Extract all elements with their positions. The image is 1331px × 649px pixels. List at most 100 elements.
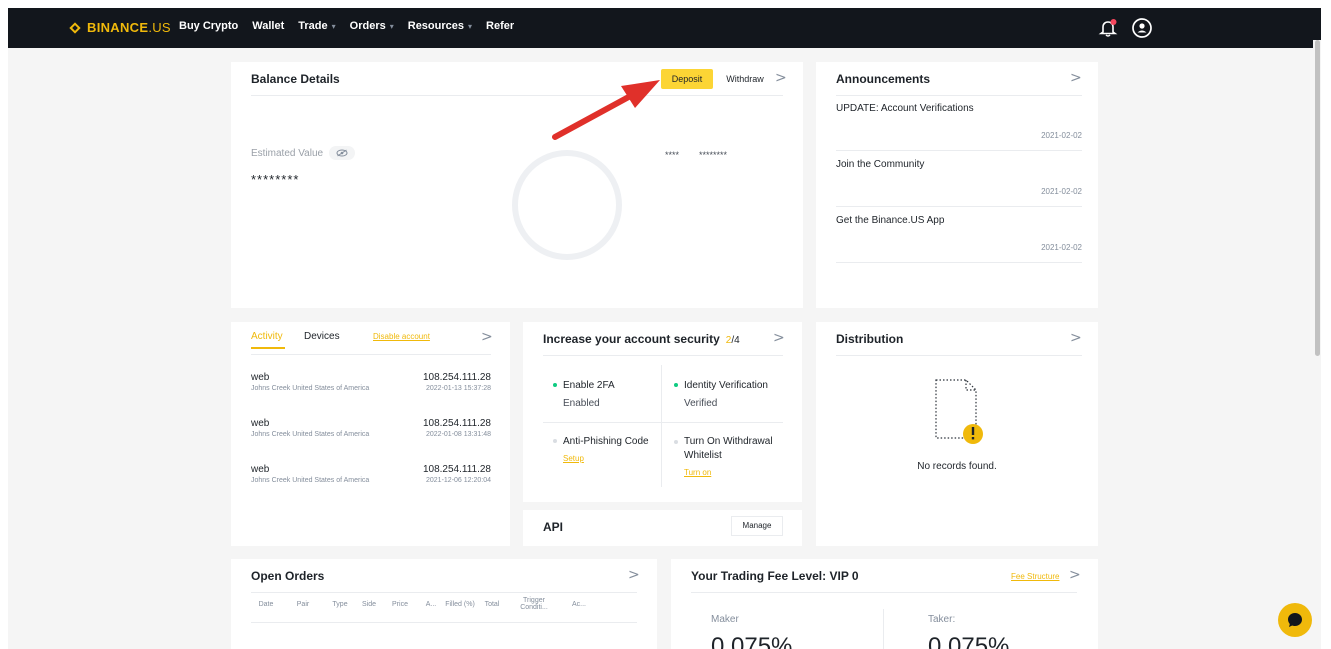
disable-account-link[interactable]: Disable account (373, 332, 430, 341)
manage-api-button[interactable]: Manage (731, 516, 783, 536)
security-item-label: Anti-Phishing Code (563, 436, 649, 447)
logo-suffix: .US (148, 20, 171, 35)
security-item-identity[interactable]: Identity Verification Verified (674, 379, 794, 411)
chevron-right-icon[interactable]: > (1069, 567, 1081, 583)
divider (836, 150, 1082, 151)
bell-icon[interactable] (1097, 17, 1119, 39)
distribution-card: Distribution > No records found. (816, 322, 1098, 546)
divider (836, 355, 1082, 356)
activity-location: Johns Creek United States of America (251, 431, 370, 438)
chevron-down-icon: ▾ (468, 21, 473, 31)
setup-link[interactable]: Setup (563, 452, 663, 466)
taker-label: Taker: (928, 614, 956, 625)
balance-title: Balance Details (251, 72, 340, 86)
nav-item-wallet[interactable]: Wallet (252, 20, 284, 32)
activity-ip: 108.254.111.28 (422, 464, 491, 475)
column-header: Trigger Conditi... (520, 597, 548, 611)
announcements-card: Announcements > UPDATE: Account Verifica… (816, 62, 1098, 308)
security-item-label: Identity Verification (684, 380, 768, 391)
divider (883, 609, 884, 649)
security-title: Increase your account security 2/4 (543, 332, 740, 346)
activity-row-bottom: Johns Creek United States of America 2022… (251, 385, 491, 392)
nav-item-refer[interactable]: Refer (486, 20, 514, 32)
divider (661, 365, 662, 487)
announcement-item[interactable]: Get the Binance.US App 2021-02-02 (836, 215, 1082, 252)
chevron-down-icon: ▾ (331, 21, 336, 31)
chevron-right-icon[interactable]: > (1070, 70, 1082, 86)
column-header: Price (392, 600, 408, 608)
column-header: Ac... (571, 600, 586, 608)
column-header: A... (425, 600, 437, 608)
chevron-right-icon[interactable]: > (773, 330, 785, 346)
activity-row: web 108.254.111.28 Johns Creek United Stat… (251, 464, 491, 484)
activity-row-top: web 108.254.111.28 (251, 464, 491, 475)
active-tab-indicator (251, 347, 285, 349)
user-icon[interactable] (1131, 17, 1153, 39)
announcement-date: 2021-02-02 (1041, 187, 1082, 196)
nav-item-trade[interactable]: Trade ▾ (298, 20, 335, 32)
withdraw-button[interactable]: Withdraw (723, 69, 767, 89)
empty-document-icon (933, 377, 985, 452)
announcement-title: UPDATE: Account Verifications (836, 103, 974, 114)
whitelist-row: Turn On Withdrawal Whitelist (674, 435, 796, 463)
divider (836, 206, 1082, 207)
announcement-item[interactable]: UPDATE: Account Verifications 2021-02-02 (836, 103, 1082, 140)
logo-text: BINANCE (87, 20, 149, 35)
security-item-anti-phishing[interactable]: Anti-Phishing Code Setup (553, 435, 663, 466)
binance-us-logo[interactable]: BINANCE .US (68, 20, 171, 35)
divider (691, 592, 1077, 593)
activity-location: Johns Creek United States of America (251, 385, 370, 392)
column-header: Total (484, 600, 500, 608)
activity-time: 2022-01-08 13:31:48 (426, 431, 491, 438)
nav-item-label: Resources (407, 20, 465, 32)
announcement-date: 2021-02-02 (1041, 131, 1082, 140)
scrollbar-thumb[interactable] (1315, 40, 1320, 356)
chevron-right-icon[interactable]: > (481, 329, 493, 345)
security-progress: 2/4 (726, 335, 740, 346)
chat-support-button[interactable] (1278, 603, 1312, 637)
security-title-text: Increase your account security (543, 332, 720, 346)
tab-activity[interactable]: Activity (251, 331, 283, 342)
announcement-item[interactable]: Join the Community 2021-02-02 (836, 159, 1082, 196)
divider (543, 422, 783, 423)
chevron-right-icon[interactable]: > (628, 567, 640, 583)
activity-ip: 108.254.111.28 (422, 372, 491, 383)
activity-row-bottom: Johns Creek United States of America 2021… (251, 477, 491, 484)
masked-asset: **** (665, 150, 680, 160)
activity-ip: 108.254.111.28 (422, 418, 491, 429)
nav-item-orders[interactable]: Orders ▾ (350, 20, 394, 32)
fee-structure-link[interactable]: Fee Structure (1011, 572, 1059, 581)
security-card: Increase your account security 2/4 > Enab… (523, 322, 802, 502)
activity-row-bottom: Johns Creek United States of America 2022… (251, 431, 491, 438)
security-item-2fa[interactable]: Enable 2FA Enabled (553, 379, 653, 411)
status-dot (553, 439, 557, 444)
status-dot (674, 383, 678, 388)
column-header: Type (332, 600, 348, 608)
divider (251, 95, 783, 96)
nav-item-label: Wallet (252, 20, 285, 32)
security-item-label: Enable 2FA (563, 380, 615, 391)
announcements-title: Announcements (836, 72, 931, 86)
divider (836, 95, 1082, 96)
nav-menu: Buy Crypto Wallet Trade ▾ Orders ▾ Resources ▾ R… (179, 20, 528, 32)
nav-item-resources[interactable]: Resources ▾ (408, 20, 472, 32)
chevron-right-icon[interactable]: > (775, 70, 787, 86)
security-item-status: Verified (684, 398, 718, 409)
masked-amount: ******** (699, 150, 728, 160)
nav-item-buy-crypto[interactable]: Buy Crypto (179, 20, 238, 32)
tab-devices[interactable]: Devices (304, 331, 340, 342)
nav-item-label: Trade (298, 20, 328, 32)
activity-source: web (251, 464, 270, 475)
activity-location: Johns Creek United States of America (251, 477, 370, 484)
distribution-title: Distribution (836, 332, 904, 346)
chevron-down-icon: ▾ (389, 21, 394, 31)
column-header: Side (361, 600, 376, 608)
security-item-whitelist[interactable]: Turn On Withdrawal Whitelist Turn on (674, 435, 796, 480)
chevron-right-icon[interactable]: > (1070, 330, 1082, 346)
turn-on-link[interactable]: Turn on (684, 466, 796, 480)
activity-source: web (251, 418, 270, 429)
eye-toggle[interactable] (329, 146, 356, 160)
announcement-title: Get the Binance.US App (836, 215, 945, 226)
fee-level-title: Your Trading Fee Level: VIP 0 (691, 569, 859, 583)
deposit-button[interactable]: Deposit (661, 69, 713, 89)
